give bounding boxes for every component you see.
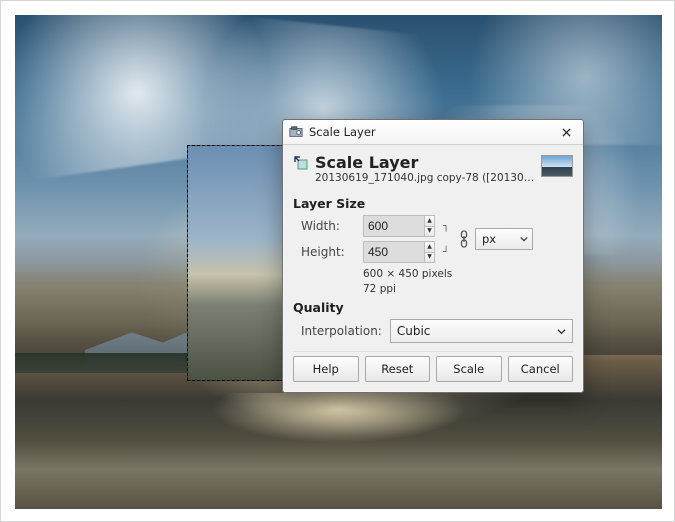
layer-size-controls: Width: ▲ ▼ ┐ (301, 215, 573, 263)
link-bracket-top: ┐ (439, 221, 453, 232)
link-bracket-bottom: ┘ (439, 247, 453, 258)
cancel-button[interactable]: Cancel (508, 356, 574, 382)
scale-button-label: Scale (453, 362, 484, 376)
dialog-title: Scale Layer (309, 125, 547, 139)
width-input[interactable] (364, 216, 424, 236)
dialog-button-row: Help Reset Scale Cancel (293, 351, 573, 382)
dialog-body: Scale Layer 20130619_171040.jpg copy-78 … (283, 145, 583, 392)
width-label: Width: (301, 219, 359, 233)
width-step-up[interactable]: ▲ (425, 216, 434, 226)
height-step-up[interactable]: ▲ (425, 242, 434, 252)
reset-button-label: Reset (381, 362, 413, 376)
layer-thumbnail (541, 155, 573, 177)
height-input-wrap: ▲ ▼ (363, 241, 435, 263)
app-frame: Scale Layer Scale Layer 20130619_171040.… (0, 0, 675, 522)
dialog-titlebar[interactable]: Scale Layer (283, 120, 583, 145)
unit-value: px (482, 232, 496, 246)
width-input-wrap: ▲ ▼ (363, 215, 435, 237)
quality-controls: Interpolation: Cubic (301, 319, 573, 343)
interpolation-select[interactable]: Cubic (390, 319, 573, 343)
quality-heading: Quality (293, 300, 573, 315)
cancel-button-label: Cancel (521, 362, 560, 376)
width-step-down[interactable]: ▼ (425, 226, 434, 237)
layer-size-heading: Layer Size (293, 196, 573, 211)
size-info-ppi: 72 ppi (363, 282, 573, 297)
dialog-heading: Scale Layer (315, 153, 535, 172)
chain-link-icon (459, 230, 469, 248)
size-info: 600 × 450 pixels 72 ppi (363, 267, 573, 296)
height-label: Height: (301, 245, 359, 259)
help-button-label: Help (313, 362, 339, 376)
app-icon (289, 125, 303, 139)
close-icon (562, 128, 571, 137)
help-button[interactable]: Help (293, 356, 359, 382)
scale-button[interactable]: Scale (436, 356, 502, 382)
scale-icon (293, 155, 309, 171)
close-button[interactable] (553, 123, 579, 141)
scale-layer-dialog: Scale Layer Scale Layer 20130619_171040.… (282, 119, 584, 393)
height-input[interactable] (364, 242, 424, 262)
image-canvas[interactable]: Scale Layer Scale Layer 20130619_171040.… (15, 15, 662, 509)
dialog-header: Scale Layer 20130619_171040.jpg copy-78 … (293, 151, 573, 192)
unit-select[interactable]: px (475, 228, 523, 250)
size-info-dims: 600 × 450 pixels (363, 267, 573, 282)
interpolation-label: Interpolation: (301, 324, 382, 338)
aspect-lock-toggle[interactable] (457, 230, 471, 248)
chevron-down-icon (520, 235, 528, 243)
dialog-subtitle: 20130619_171040.jpg copy-78 ([20130701_.… (315, 172, 535, 184)
interpolation-value: Cubic (397, 324, 431, 338)
chevron-down-icon (557, 327, 566, 336)
water-decoration (159, 393, 519, 473)
reset-button[interactable]: Reset (365, 356, 431, 382)
height-step-down[interactable]: ▼ (425, 252, 434, 263)
